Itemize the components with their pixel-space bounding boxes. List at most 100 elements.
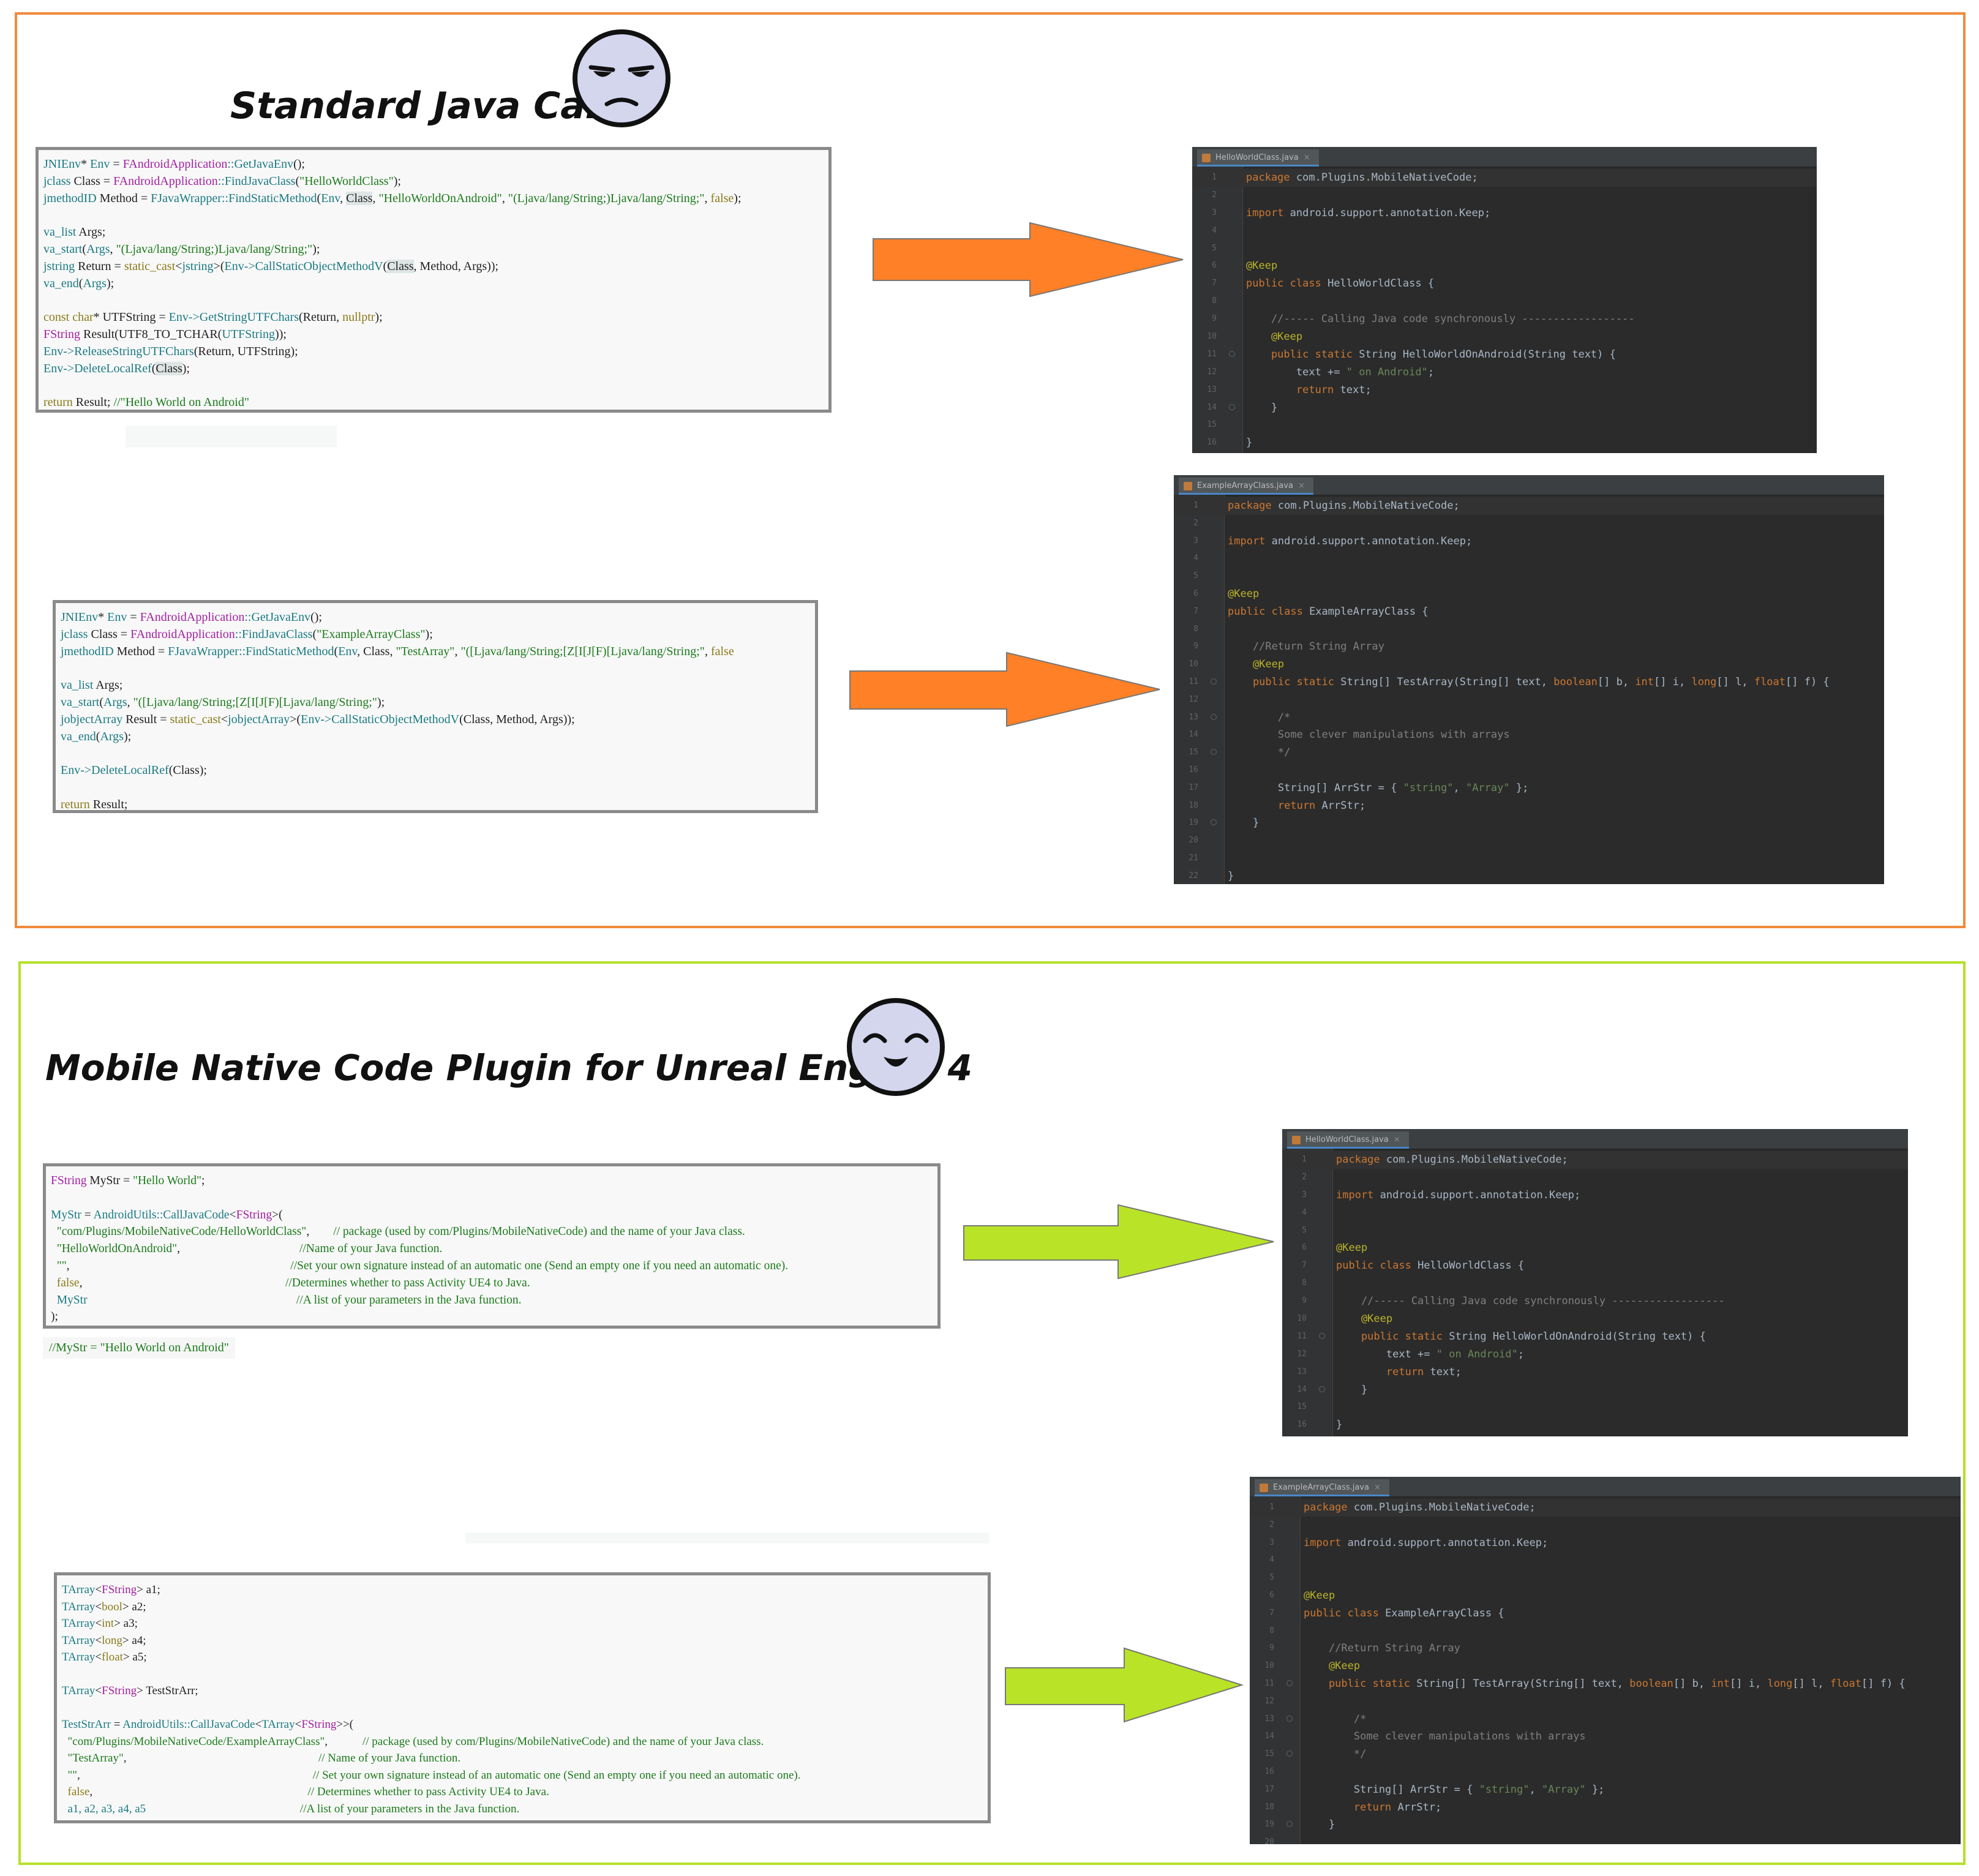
code-token: return	[1228, 799, 1316, 812]
code-token: TestStrArr	[62, 1718, 111, 1731]
editor-line: 14 Some clever manipulations with arrays	[1174, 726, 1884, 744]
green-arrow-1	[963, 1204, 1274, 1280]
code-token: jclass	[61, 627, 88, 641]
editor-code-area[interactable]: 1 package com.Plugins.MobileNativeCode; 2 3…	[1282, 1151, 1908, 1434]
code-token: Args	[86, 242, 110, 256]
editor-tab-label: ExampleArrayClass.java	[1273, 1483, 1369, 1492]
editor-file-tab[interactable]: HelloWorldClass.java ×	[1287, 1131, 1409, 1149]
code-token: ,	[306, 1225, 334, 1239]
line-number: 4	[1212, 225, 1217, 235]
code-token: */	[1304, 1748, 1367, 1761]
code-token: //Determines whether to pass Activity UE…	[285, 1276, 530, 1289]
editor-code-area[interactable]: 1 package com.Plugins.MobileNativeCode; 2 3…	[1250, 1499, 1961, 1844]
editor-file-tab[interactable]: ExampleArrayClass.java ×	[1255, 1479, 1389, 1496]
code-token: Class =	[70, 174, 114, 188]
close-icon[interactable]: ×	[1394, 1135, 1400, 1144]
editor-code-area[interactable]: 1 package com.Plugins.MobileNativeCode; 2 3…	[1174, 497, 1884, 884]
fold-marker-icon[interactable]	[1286, 1750, 1293, 1757]
editor-line-text: public class HelloWorldClass {	[1336, 1257, 1524, 1275]
code-token: const char	[43, 310, 94, 325]
fold-marker-icon[interactable]	[1211, 749, 1217, 756]
editor-line: 13 return text;	[1282, 1364, 1908, 1381]
editor-line: 16}	[1282, 1416, 1908, 1434]
fold-marker-icon[interactable]	[1229, 403, 1235, 410]
code-token: Result;	[72, 396, 114, 410]
line-number: 9	[1212, 314, 1217, 324]
code-token: =	[110, 1718, 123, 1731]
java-file-icon	[1184, 482, 1192, 490]
line-number: 17	[1189, 782, 1198, 792]
editor-line: 7 public class HelloWorldClass {	[1282, 1257, 1908, 1275]
editor-code-area[interactable]: 1 package com.Plugins.MobileNativeCode; 2 3…	[1192, 169, 1817, 452]
code-token: FString	[102, 1583, 137, 1596]
editor-line-text: text += " on Android";	[1246, 364, 1434, 381]
code-token: public static	[1304, 1677, 1410, 1690]
code-token: ArrStr;	[1315, 799, 1366, 812]
editor-line-text: return text;	[1336, 1364, 1462, 1381]
fold-marker-icon[interactable]	[1319, 1332, 1325, 1339]
code-line: MyStr //A list of your parameters in the…	[51, 1292, 933, 1309]
code-token: <	[95, 1583, 102, 1596]
code-token: jobjectArray	[61, 712, 123, 726]
code-line: return Result; //"Hello World on Android…	[43, 394, 824, 410]
code-token: >>(	[336, 1718, 354, 1731]
close-icon[interactable]: ×	[1374, 1483, 1381, 1492]
java-file-icon	[1292, 1136, 1301, 1144]
code-token: }	[1228, 869, 1234, 882]
editor-line: 17 String[] ArrStr = { "string", "Array"…	[1174, 779, 1884, 797]
line-number: 2	[1269, 1520, 1274, 1529]
editor-line-text: package com.Plugins.MobileNativeCode;	[1246, 169, 1478, 187]
code-token: ();	[310, 610, 322, 624]
close-icon[interactable]: ×	[1304, 153, 1310, 162]
fold-marker-icon[interactable]	[1211, 678, 1217, 685]
code-token: Args	[83, 276, 107, 290]
fold-marker-icon[interactable]	[1286, 1715, 1293, 1722]
code-token: Args;	[93, 678, 123, 692]
code-token: @Keep	[1336, 1313, 1393, 1326]
line-number: 16	[1207, 438, 1217, 448]
line-number: 14	[1189, 730, 1198, 740]
editor-line: 4	[1250, 1551, 1961, 1569]
line-number: 4	[1193, 553, 1198, 563]
code-token: static_cast	[170, 712, 221, 726]
code-line: va_end(Args);	[61, 729, 810, 746]
editor-line: 11 public static String[] TestArray(Stri…	[1174, 673, 1884, 691]
fold-marker-icon[interactable]	[1211, 819, 1217, 826]
code-token: @Keep	[1304, 1589, 1335, 1602]
fold-marker-icon[interactable]	[1211, 713, 1217, 720]
close-icon[interactable]: ×	[1298, 481, 1305, 490]
code-token: "string"	[1479, 1783, 1530, 1796]
editor-line: 4	[1282, 1204, 1908, 1222]
editor-line: 3 import android.support.annotation.Keep;	[1192, 204, 1817, 222]
line-number: 5	[1193, 571, 1198, 581]
editor-line: 10 @Keep	[1192, 328, 1817, 346]
code-token: com.Plugins.MobileNativeCode;	[1347, 1501, 1536, 1514]
editor-file-tab[interactable]: ExampleArrayClass.java ×	[1179, 478, 1313, 495]
fold-marker-icon[interactable]	[1286, 1679, 1293, 1686]
fold-marker-icon[interactable]	[1229, 350, 1235, 357]
code-token: " on Android"	[1436, 1348, 1518, 1360]
fold-marker-icon[interactable]	[1319, 1386, 1325, 1392]
code-token: boolean	[1629, 1677, 1673, 1690]
editor-line: 8	[1250, 1623, 1961, 1640]
code-token: <	[295, 1718, 302, 1731]
code-token: MyStr =	[86, 1174, 133, 1187]
code-token: float	[102, 1651, 123, 1664]
line-number: 5	[1269, 1573, 1274, 1583]
fold-marker-icon[interactable]	[1286, 1821, 1293, 1828]
editor-line: 2	[1250, 1517, 1961, 1534]
line-number: 21	[1189, 853, 1198, 863]
editor-file-tab[interactable]: HelloWorldClass.java ×	[1197, 149, 1319, 167]
code-token: //Name of your Java function.	[299, 1242, 443, 1256]
editor-line-text: }	[1304, 1816, 1335, 1834]
code-token: <	[95, 1600, 102, 1613]
code-token: TArray	[62, 1634, 96, 1647]
editor-line-text: import android.support.annotation.Keep;	[1246, 204, 1490, 222]
happy-face-icon	[847, 998, 945, 1096]
code-token: }	[1304, 1818, 1335, 1831]
code-token: int	[1711, 1677, 1730, 1690]
editor-line-text: public static String HelloWorldOnAndroid…	[1336, 1328, 1706, 1346]
